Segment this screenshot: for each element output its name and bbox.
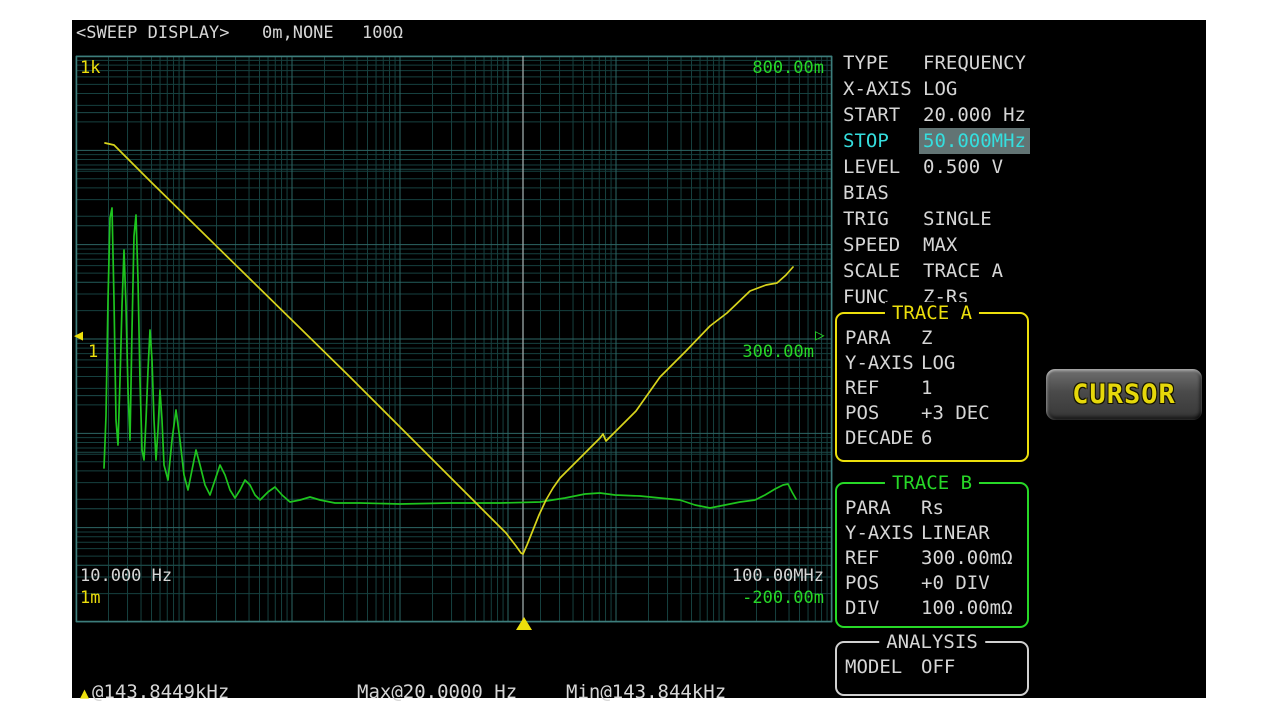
setting-value: TRACE A	[923, 258, 1003, 284]
setting-type[interactable]: TYPEFREQUENCY	[843, 50, 1203, 76]
setting-x-axis[interactable]: X-AXISLOG	[843, 76, 1203, 102]
x-axis-stop-label: 100.00MHz	[732, 567, 824, 585]
trace-a-label: PARA	[845, 326, 921, 351]
x-axis-start-label: 10.000 Hz	[80, 567, 172, 585]
trace-b-pos[interactable]: POS+0 DIV	[837, 571, 1027, 596]
trace-b-y-axis[interactable]: Y-AXISLINEAR	[837, 521, 1027, 546]
analyzer-screen: <SWEEP DISPLAY> 0m,NONE 100Ω 1k 800.00m …	[72, 20, 1206, 698]
trace-a-top-scale: 1k	[80, 59, 100, 77]
trace-b-ref-value: 300.00m	[742, 343, 814, 361]
trace-a-y-axis[interactable]: Y-AXISLOG	[837, 351, 1027, 376]
setting-label: SCALE	[843, 258, 923, 284]
trace-a-value: +3 DEC	[921, 401, 990, 426]
range-indicator: 100Ω	[362, 23, 403, 43]
trace-a-ref[interactable]: REF1	[837, 376, 1027, 401]
setting-speed[interactable]: SPEEDMAX	[843, 232, 1203, 258]
setting-value: MAX	[923, 232, 957, 258]
setting-value: SINGLE	[923, 206, 992, 232]
trace-a-label: REF	[845, 376, 921, 401]
setting-label: STOP	[843, 128, 923, 154]
trace-b-label: POS	[845, 571, 921, 596]
screen-mode-title: <SWEEP DISPLAY>	[76, 23, 230, 43]
trace-a-decade[interactable]: DECADE6	[837, 426, 1027, 451]
trace-b-para[interactable]: PARARs	[837, 496, 1027, 521]
marker-frequency: @143.8449kHz	[92, 681, 229, 703]
setting-label: SPEED	[843, 232, 923, 258]
setting-label: LEVEL	[843, 154, 923, 180]
analysis-value: OFF	[921, 655, 955, 680]
setting-trig[interactable]: TRIGSINGLE	[843, 206, 1203, 232]
trace-b-top-scale: 800.00m	[752, 59, 824, 77]
analysis-model[interactable]: MODELOFF	[837, 655, 1027, 680]
trace-b-value: 300.00mΩ	[921, 546, 1013, 571]
trace-b-label: DIV	[845, 596, 921, 621]
trace-b-label: REF	[845, 546, 921, 571]
trace-a-para[interactable]: PARAZ	[837, 326, 1027, 351]
status-bar: <SWEEP DISPLAY> 0m,NONE 100Ω	[72, 20, 1206, 50]
setting-stop[interactable]: STOP50.000MHz	[843, 128, 1203, 154]
trace-a-value: 6	[921, 426, 932, 451]
trace-a-panel: TRACE A PARAZY-AXISLOGREF1POS+3 DECDECAD…	[835, 312, 1029, 462]
trace-a-value: LOG	[921, 351, 955, 376]
trace-a-bottom-scale: 1m	[80, 589, 100, 607]
max-readout-column: Max@20.0000 Hz 117.04 107.92m	[357, 638, 529, 720]
trace-b-panel: TRACE B PARARsY-AXISLINEARREF300.00mΩPOS…	[835, 482, 1029, 628]
trace-a-title: TRACE A	[885, 302, 979, 324]
sweep-graph-area[interactable]: 1k 800.00m 300.00m 10.000 Hz 1m 100.00MH…	[76, 56, 832, 622]
min-readout-column: Min@143.844kHz 4.8504m 4.8389m	[566, 638, 728, 720]
trace-b-value: 100.00mΩ	[921, 596, 1013, 621]
setting-label: START	[843, 102, 923, 128]
trace-a-ref-number: 1	[88, 342, 98, 362]
setting-value: FREQUENCY	[923, 50, 1026, 76]
setting-label: TRIG	[843, 206, 923, 232]
setting-label: TYPE	[843, 50, 923, 76]
trace-a-label: POS	[845, 401, 921, 426]
trace-a-value: Z	[921, 326, 932, 351]
trace-a-label: Y-AXIS	[845, 351, 921, 376]
trace-a-label: DECADE	[845, 426, 921, 451]
setting-label: X-AXIS	[843, 76, 923, 102]
trace-b-label: Y-AXIS	[845, 521, 921, 546]
setting-value: LOG	[923, 76, 957, 102]
max-frequency: Max@20.0000 Hz	[357, 682, 529, 702]
trace-b-div[interactable]: DIV100.00mΩ	[837, 596, 1027, 621]
trace-a-value: 1	[921, 376, 932, 401]
analysis-label: MODEL	[845, 655, 921, 680]
trace-b-value: LINEAR	[921, 521, 990, 546]
bias-status: 0m,NONE	[262, 23, 334, 43]
graph-grid-and-traces	[76, 56, 832, 622]
marker-readout-column: ▲@143.8449kHz Z4.8504m Rs4.8389m	[80, 638, 350, 720]
setting-start[interactable]: START20.000 Hz	[843, 102, 1203, 128]
analysis-title: ANALYSIS	[879, 631, 985, 653]
page-background: <SWEEP DISPLAY> 0m,NONE 100Ω 1k 800.00m …	[0, 0, 1280, 720]
min-frequency: Min@143.844kHz	[566, 682, 728, 702]
setting-bias[interactable]: BIAS	[843, 180, 1203, 206]
sweep-settings-menu: TYPEFREQUENCYX-AXISLOGSTART20.000 HzSTOP…	[843, 50, 1203, 310]
trace-b-label: PARA	[845, 496, 921, 521]
marker-readout-header: ▲@143.8449kHz	[80, 682, 350, 702]
trace-b-bottom-scale: -200.00m	[742, 589, 824, 607]
trace-b-value: Rs	[921, 496, 944, 521]
setting-label: BIAS	[843, 180, 923, 206]
cursor-button[interactable]: CURSOR	[1045, 368, 1203, 421]
trace-b-value: +0 DIV	[921, 571, 990, 596]
trace-b-ref[interactable]: REF300.00mΩ	[837, 546, 1027, 571]
setting-value: 0.500 V	[923, 154, 1003, 180]
setting-level[interactable]: LEVEL0.500 V	[843, 154, 1203, 180]
trace-b-title: TRACE B	[885, 472, 979, 494]
trace-a-pos[interactable]: POS+3 DEC	[837, 401, 1027, 426]
setting-value: 20.000 Hz	[923, 102, 1026, 128]
setting-value: 50.000MHz	[919, 128, 1030, 154]
trace-a-ref-marker-icon[interactable]: ◀	[74, 327, 83, 343]
setting-scale[interactable]: SCALETRACE A	[843, 258, 1203, 284]
trace-b-ref-marker-icon[interactable]: ▷	[815, 327, 825, 343]
analysis-panel: ANALYSIS MODELOFF	[835, 641, 1029, 696]
marker-triangle-icon: ▲	[80, 684, 89, 702]
marker-1-position-triangle[interactable]	[516, 617, 532, 630]
